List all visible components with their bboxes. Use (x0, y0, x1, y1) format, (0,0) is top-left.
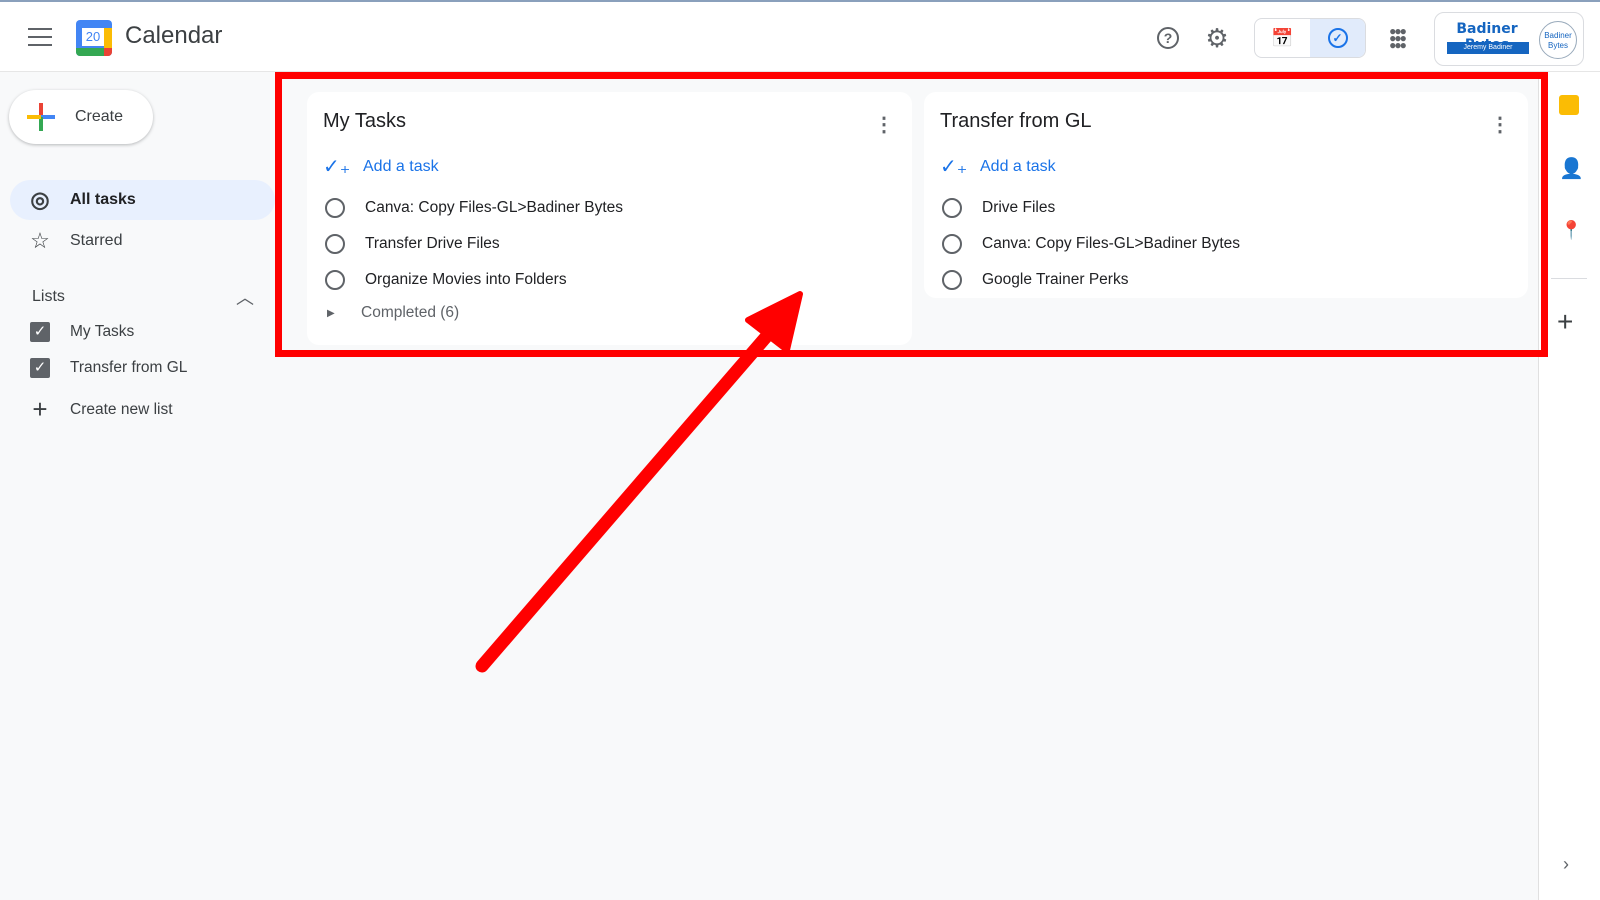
main-menu-button[interactable] (28, 28, 52, 46)
complete-task-checkbox[interactable] (325, 198, 345, 218)
show-side-panel-button[interactable]: › (1563, 854, 1569, 875)
add-task-button[interactable]: ✓₊ Add a task (940, 154, 1056, 179)
maps-icon[interactable]: 📍 (1560, 220, 1582, 241)
task-item: Canva: Copy Files-GL>Badiner Bytes (323, 198, 623, 218)
help-button[interactable]: ? (1148, 18, 1188, 58)
calendar-view-button[interactable]: 📅 (1255, 19, 1310, 57)
list-title: My Tasks (323, 110, 406, 132)
check-circle-icon: ◎ (30, 187, 50, 212)
checkbox-checked-icon: ✓ (30, 358, 50, 378)
task-item: Drive Files (940, 198, 1055, 218)
apps-button[interactable]: ●●● ●●● ●●● (1377, 18, 1417, 58)
complete-task-checkbox[interactable] (942, 270, 962, 290)
task-item: Canva: Copy Files-GL>Badiner Bytes (940, 234, 1240, 254)
add-task-label: Add a task (980, 157, 1056, 175)
create-list-label: Create new list (70, 400, 173, 418)
create-button[interactable]: Create (9, 90, 153, 144)
help-icon: ? (1157, 27, 1179, 49)
completed-section-toggle[interactable]: ▶ Completed (6) (327, 304, 459, 322)
complete-task-checkbox[interactable] (325, 270, 345, 290)
task-check-icon: ✓ (1327, 28, 1348, 48)
checkbox-checked-icon: ✓ (30, 322, 50, 342)
nav-label: All tasks (70, 191, 136, 208)
task-title[interactable]: Canva: Copy Files-GL>Badiner Bytes (982, 235, 1240, 253)
side-panel: 👤 📍 + › (1538, 72, 1600, 900)
add-task-icon: ✓₊ (940, 156, 968, 178)
star-icon: ☆ (30, 228, 50, 253)
lists-heading: Lists (32, 288, 65, 305)
calendar-icon: 📅 (1271, 27, 1294, 48)
chevron-right-icon: › (1563, 854, 1569, 874)
caret-right-icon: ▶ (327, 307, 335, 319)
account-button[interactable]: Badiner Bytes Jeremy Badiner BadinerByte… (1434, 12, 1584, 66)
list-options-button[interactable]: ⋮ (1490, 112, 1510, 137)
completed-label: Completed (6) (361, 304, 460, 321)
divider (1551, 278, 1587, 279)
task-item: Organize Movies into Folders (323, 270, 567, 290)
complete-task-checkbox[interactable] (942, 198, 962, 218)
list-label: Transfer from GL (70, 359, 188, 376)
view-switcher: 📅 ✓ (1254, 18, 1366, 58)
task-title[interactable]: Drive Files (982, 199, 1055, 217)
list-label: My Tasks (70, 323, 135, 340)
complete-task-checkbox[interactable] (942, 234, 962, 254)
apps-grid-icon: ●●● ●●● ●●● (1389, 23, 1407, 52)
more-vert-icon: ⋮ (874, 114, 894, 136)
top-bar: 20 Calendar ? ⚙ 📅 ✓ ●●●●●●●●● Badiner By… (0, 2, 1600, 72)
task-title[interactable]: Google Trainer Perks (982, 271, 1128, 289)
list-toggle-transfer-from-gl[interactable]: ✓ Transfer from GL (10, 358, 187, 378)
list-title: Transfer from GL (940, 110, 1092, 132)
gear-icon: ⚙ (1205, 22, 1229, 53)
plus-icon: + (32, 394, 48, 424)
chevron-up-icon: ︿ (236, 288, 254, 308)
task-title[interactable]: Transfer Drive Files (365, 235, 500, 253)
keep-icon[interactable] (1559, 95, 1579, 115)
create-label: Create (75, 108, 124, 125)
add-task-label: Add a task (363, 157, 439, 175)
app-title: Calendar (125, 22, 223, 49)
task-title[interactable]: Organize Movies into Folders (365, 271, 567, 289)
task-list-card-my-tasks: My Tasks ⋮ ✓₊ Add a task Canva: Copy File… (307, 92, 912, 345)
complete-task-checkbox[interactable] (325, 234, 345, 254)
tasks-view-button[interactable]: ✓ (1310, 19, 1365, 57)
sidebar-item-starred[interactable]: ☆ Starred (10, 221, 275, 261)
settings-button[interactable]: ⚙ (1197, 18, 1237, 58)
plus-icon (27, 103, 55, 131)
task-item: Google Trainer Perks (940, 270, 1128, 290)
task-title[interactable]: Canva: Copy Files-GL>Badiner Bytes (365, 199, 623, 217)
collapse-lists-button[interactable]: ︿ (236, 284, 254, 310)
add-task-button[interactable]: ✓₊ Add a task (323, 154, 439, 179)
add-task-icon: ✓₊ (323, 156, 351, 178)
calendar-logo: 20 (76, 20, 112, 56)
list-options-button[interactable]: ⋮ (874, 112, 894, 137)
plus-icon: + (1557, 306, 1574, 337)
task-list-card-transfer-from-gl: Transfer from GL ⋮ ✓₊ Add a task Drive Fi… (924, 92, 1528, 298)
contacts-icon[interactable]: 👤 (1559, 156, 1584, 181)
nav-label: Starred (70, 232, 123, 249)
get-addons-button[interactable]: + (1557, 306, 1573, 338)
brand-owner: Jeremy Badiner (1447, 42, 1529, 54)
list-toggle-my-tasks[interactable]: ✓ My Tasks (10, 322, 134, 342)
task-item: Transfer Drive Files (323, 234, 500, 254)
sidebar-item-all-tasks[interactable]: ◎ All tasks (10, 180, 275, 220)
avatar: Badiner Bytes (1539, 21, 1577, 59)
create-new-list-button[interactable]: + Create new list (10, 394, 173, 425)
more-vert-icon: ⋮ (1490, 114, 1510, 136)
